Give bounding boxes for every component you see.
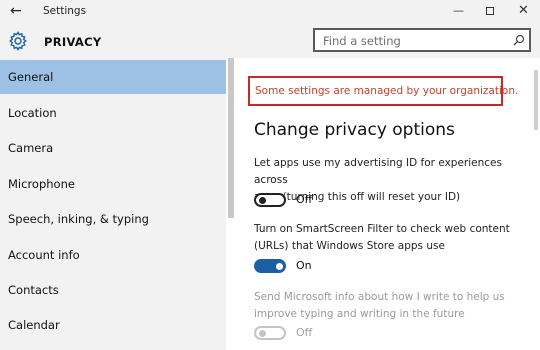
window-title: Settings — [43, 5, 87, 17]
main-content: Some settings are managed by your organi… — [236, 58, 540, 350]
sidebar-item-microphone[interactable]: Microphone — [0, 167, 226, 201]
back-arrow-icon[interactable]: ← — [10, 2, 26, 20]
main-scrollbar-thumb[interactable] — [534, 70, 538, 130]
search-input[interactable]: Find a setting — [313, 28, 531, 52]
sidebar-item-camera[interactable]: Camera — [0, 131, 226, 165]
close-icon[interactable]: ✕ — [518, 3, 529, 18]
description-line: Let apps use my advertising ID for exper… — [254, 157, 502, 186]
typing-info-state: Off — [296, 326, 313, 339]
advertising-id-state: Off — [296, 193, 313, 206]
sidebar-item-calendar[interactable]: Calendar — [0, 308, 226, 342]
toggle-knob — [276, 263, 283, 270]
sidebar-item-speech[interactable]: Speech, inking, & typing — [0, 202, 226, 236]
sidebar-item-general[interactable]: General — [0, 60, 226, 94]
minimize-icon[interactable]: — — [453, 4, 464, 17]
page-header: PRIVACY Find a setting — [0, 24, 540, 58]
search-icon[interactable] — [513, 34, 525, 46]
description-line: Send Microsoft info about how I write to… — [254, 291, 505, 303]
page-title: PRIVACY — [44, 35, 102, 49]
advertising-id-toggle[interactable] — [254, 193, 286, 207]
search-placeholder: Find a setting — [323, 34, 401, 48]
toggle-knob — [259, 330, 266, 337]
typing-info-toggle — [254, 326, 286, 340]
sidebar-item-contacts[interactable]: Contacts — [0, 273, 226, 307]
smartscreen-description: Turn on SmartScreen Filter to check web … — [254, 221, 536, 255]
sidebar-scrollbar-thumb[interactable] — [228, 58, 234, 218]
managed-notice-text: Some settings are managed by your organi… — [255, 85, 519, 97]
typing-info-description: Send Microsoft info about how I write to… — [254, 289, 536, 323]
title-bar: ← Settings — ✕ — [0, 0, 540, 24]
maximize-icon[interactable] — [486, 7, 494, 15]
toggle-knob — [259, 197, 266, 204]
description-line: (URLs) that Windows Store apps use — [254, 240, 445, 252]
section-heading: Change privacy options — [254, 120, 455, 140]
sidebar-item-location[interactable]: Location — [0, 96, 226, 130]
description-line: improve typing and writing in the future — [254, 308, 465, 320]
sidebar: General Location Camera Microphone Speec… — [0, 58, 226, 350]
managed-notice: Some settings are managed by your organi… — [248, 76, 518, 106]
gear-icon — [9, 31, 27, 51]
sidebar-item-account-info[interactable]: Account info — [0, 238, 226, 272]
smartscreen-toggle[interactable] — [254, 259, 286, 273]
description-line: Turn on SmartScreen Filter to check web … — [254, 223, 510, 235]
smartscreen-state: On — [296, 259, 312, 272]
